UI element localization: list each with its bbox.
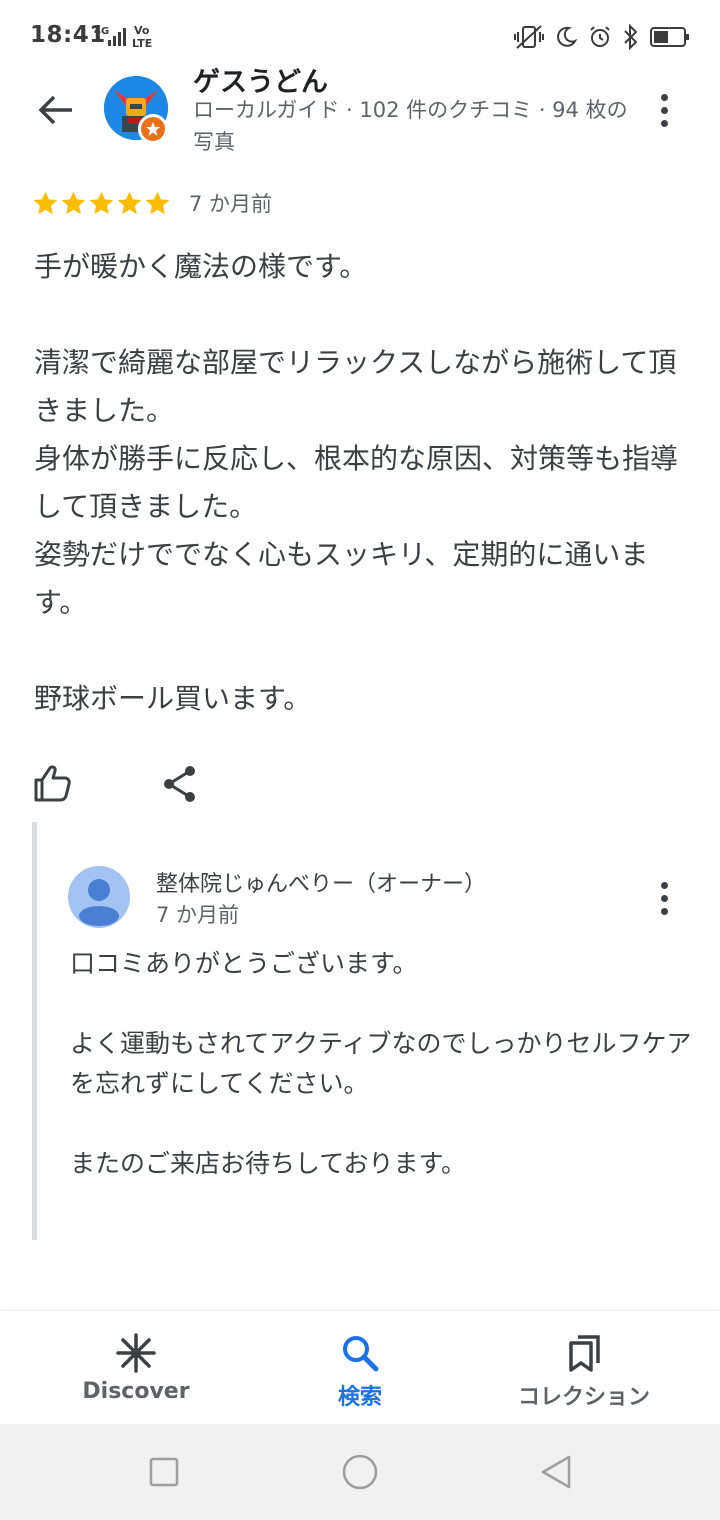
review-text: 手が暖かく魔法の様です。 清潔で綺麗な部屋でリラックスしながら施術して頂きました… [34,250,679,715]
star-icon [89,191,114,214]
reviewer-header: ゲスうどん ローカルガイド · 102 件のクチコミ · 94 枚の写真 [0,56,720,166]
svg-text:Vo: Vo [134,24,150,37]
like-button[interactable] [30,762,74,806]
rating-row: 7 か月前 [32,186,272,220]
vibrate-icon [514,25,544,49]
reply-indent-bar [32,822,37,1240]
star-icon [61,191,86,214]
nav-collection[interactable]: コレクション [464,1311,704,1425]
star-icon [145,191,170,214]
reply-more-options-button[interactable] [648,876,680,920]
moon-icon [557,26,578,47]
discover-icon [116,1333,156,1373]
signal-icon: 4G Vo LTE [94,24,152,50]
home-button[interactable] [342,1454,378,1490]
share-icon [164,766,195,802]
star-icon [117,191,142,214]
nav-collection-label: コレクション [517,1385,650,1410]
recent-apps-button[interactable] [146,1454,182,1490]
square-icon [149,1457,179,1487]
arrow-back-icon [38,95,72,125]
search-icon [343,1336,379,1372]
network-type: 4G [94,26,109,37]
battery-icon [650,27,689,47]
svg-text:LTE: LTE [132,37,152,50]
owner-reply-date: 7 か月前 [156,903,240,927]
nav-search-label: 検索 [337,1385,382,1410]
owner-name: 整体院じゅんべりー（オーナー） [156,872,487,897]
bluetooth-icon [624,24,638,50]
reviewer-meta: ローカルガイド · 102 件のクチコミ · 94 枚の写真 [193,98,628,154]
thumb-up-icon [34,765,71,802]
alarm-icon [590,26,610,47]
owner-avatar [68,866,130,928]
bottom-navigation: Discover 検索 コレクション [0,1310,720,1424]
system-navigation-bar [0,1424,720,1520]
review-date: 7 か月前 [189,192,273,216]
nav-discover[interactable]: Discover [16,1311,256,1425]
collection-icon [569,1335,600,1372]
nav-discover-label: Discover [82,1379,190,1404]
more-options-button[interactable] [648,86,680,134]
star-rating [32,190,171,217]
owner-reply-text: 口コミありがとうございます。 よく運動もされてアクティブなのでしっかりセルフケア… [70,949,692,1178]
back-nav-button[interactable] [538,1454,574,1490]
back-button[interactable] [30,86,82,134]
triangle-back-icon [541,1455,571,1489]
person-icon [68,866,130,928]
more-vert-icon [660,93,668,101]
local-guide-badge-icon [138,114,168,144]
status-icons [514,22,690,52]
more-vert-icon [660,881,668,889]
circle-icon [342,1454,378,1490]
star-icon [33,191,58,214]
share-button[interactable] [160,764,200,804]
nav-search[interactable]: 検索 [240,1311,480,1425]
